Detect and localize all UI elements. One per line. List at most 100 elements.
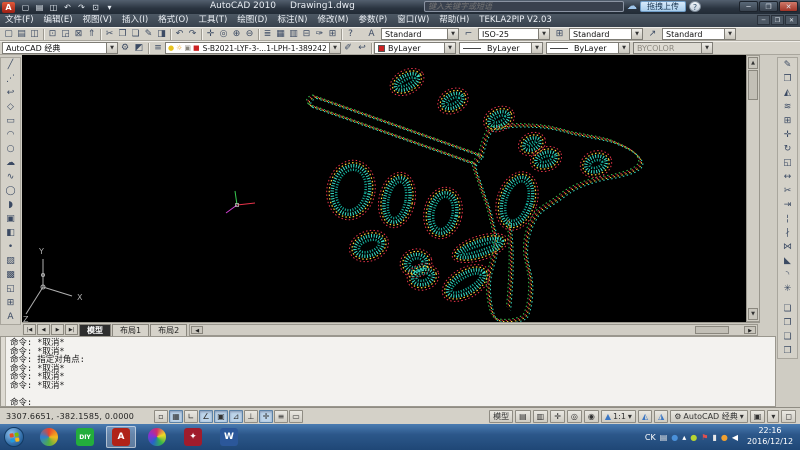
point-icon[interactable]: •	[1, 240, 20, 254]
layer-properties-icon[interactable]: ≡	[151, 42, 165, 55]
chevron-down-icon[interactable]: ▼	[618, 43, 629, 53]
rotate-icon[interactable]: ↻	[778, 142, 797, 156]
vertical-scroll-thumb[interactable]	[748, 70, 758, 100]
menu-item-12[interactable]: TEKLA2PIP V2.03	[474, 14, 557, 27]
circle-icon[interactable]: ○	[1, 142, 20, 156]
fillet-icon[interactable]: ◝	[778, 268, 797, 282]
undo-icon[interactable]: ↶	[61, 2, 74, 13]
menu-item-0[interactable]: 文件(F)	[0, 14, 39, 27]
app-autocad[interactable]: A	[106, 426, 136, 448]
make-current-icon[interactable]: ✐	[341, 42, 355, 55]
plot-icon[interactable]: ⊡	[46, 28, 59, 41]
multiline-text-icon[interactable]: A	[1, 310, 20, 324]
bring-above-icon[interactable]: ❑	[778, 330, 797, 344]
dyn-toggle[interactable]: ✛	[259, 410, 273, 423]
chevron-down-icon[interactable]: ▼	[631, 29, 642, 39]
chevron-down-icon[interactable]: ▼	[106, 43, 117, 53]
undo-icon[interactable]: ↶	[173, 28, 186, 41]
properties-icon[interactable]: ≣	[261, 28, 274, 41]
search-input[interactable]	[424, 1, 624, 12]
zoom-previous-icon[interactable]: ⊖	[243, 28, 256, 41]
save-icon[interactable]: ◫	[28, 28, 41, 41]
drawing-canvas[interactable]: YXZ	[22, 55, 746, 322]
ime-icon[interactable]: ●	[671, 433, 678, 442]
scroll-up-icon[interactable]: ▲	[748, 57, 758, 69]
chevron-down-icon[interactable]: ▼	[329, 43, 340, 53]
otrack-toggle[interactable]: ⊿	[229, 410, 243, 423]
taskbar-clock[interactable]: 22:16 2016/12/12	[742, 425, 798, 447]
table-style-icon[interactable]: ⊞	[553, 28, 566, 41]
cut-icon[interactable]: ✂	[103, 28, 116, 41]
polyline-icon[interactable]: ↩	[1, 86, 20, 100]
snap-toggle[interactable]: ▫	[154, 410, 168, 423]
scroll-right-icon[interactable]: ▶	[744, 326, 756, 334]
communication-center-icon[interactable]: ☁	[627, 1, 637, 12]
dim-style-combo[interactable]: ISO-25▼	[478, 28, 550, 40]
chevron-down-icon[interactable]: ▼	[724, 29, 735, 39]
layer-combo[interactable]: ●☼▣■ S-B2021-LYF-3-...1-LPH-1-389242 ▼	[165, 42, 341, 54]
rectangle-icon[interactable]: ▭	[1, 114, 20, 128]
move-icon[interactable]: ✛	[778, 128, 797, 142]
grid-toggle[interactable]: ▦	[169, 410, 183, 423]
tool-palettes-icon[interactable]: ▥	[287, 28, 300, 41]
tab-nav-1[interactable]: ◀	[37, 324, 50, 335]
markup-icon[interactable]: ✑	[313, 28, 326, 41]
mleader-style-combo[interactable]: Standard▼	[662, 28, 736, 40]
workspace-switch-button[interactable]: ⚙AutoCAD 经典▾	[670, 410, 748, 423]
menu-item-8[interactable]: 修改(M)	[312, 14, 353, 27]
scroll-left-icon[interactable]: ◀	[191, 326, 203, 334]
app-player[interactable]: ✦	[178, 426, 208, 448]
trim-icon[interactable]: ✂	[778, 184, 797, 198]
polar-toggle[interactable]: ∠	[199, 410, 213, 423]
ortho-toggle[interactable]: ∟	[184, 410, 198, 423]
paste-icon[interactable]: ❏	[129, 28, 142, 41]
zoom-icon[interactable]: ◎	[567, 410, 582, 423]
join-icon[interactable]: ⋈	[778, 240, 797, 254]
new-icon[interactable]: ▢	[19, 2, 32, 13]
workspace-settings-icon[interactable]: ⚙	[118, 42, 132, 55]
linetype-combo[interactable]: ByLayer ▼	[459, 42, 543, 54]
save-icon[interactable]: ◫	[47, 2, 60, 13]
annotation-visibility-icon[interactable]: ◭	[638, 410, 652, 423]
redo-icon[interactable]: ↷	[75, 2, 88, 13]
workspace-combo[interactable]: AutoCAD 经典 ▼	[2, 42, 118, 54]
horizontal-scroll-thumb[interactable]	[695, 326, 729, 334]
battery-icon[interactable]: ▮	[712, 433, 716, 442]
lineweight-combo[interactable]: ByLayer ▼	[546, 42, 630, 54]
open-icon[interactable]: ▤	[15, 28, 28, 41]
vertical-scrollbar[interactable]: ▲ ▼	[746, 55, 760, 322]
app-word[interactable]: W	[214, 426, 244, 448]
start-button[interactable]	[4, 427, 24, 447]
menu-item-3[interactable]: 插入(I)	[117, 14, 153, 27]
copy-icon[interactable]: ❐	[116, 28, 129, 41]
menu-item-1[interactable]: 编辑(E)	[39, 14, 78, 27]
send-to-back-icon[interactable]: ❐	[778, 316, 797, 330]
chevron-down-icon[interactable]: ▼	[447, 29, 458, 39]
quick-view-layouts-icon[interactable]: ▤	[515, 410, 531, 423]
open-icon[interactable]: ▤	[33, 2, 46, 13]
revision-cloud-icon[interactable]: ☁	[1, 156, 20, 170]
menu-item-10[interactable]: 窗口(W)	[392, 14, 434, 27]
stretch-icon[interactable]: ↔	[778, 170, 797, 184]
action-center-icon[interactable]: ⚑	[701, 433, 708, 442]
break-point-icon[interactable]: ¦	[778, 212, 797, 226]
autocad-logo-icon[interactable]: A	[2, 2, 15, 13]
mirror-icon[interactable]: ◭	[778, 86, 797, 100]
qat-dropdown-icon[interactable]: ▾	[103, 2, 116, 13]
gradient-icon[interactable]: ▩	[1, 268, 20, 282]
menu-item-5[interactable]: 工具(T)	[193, 14, 232, 27]
tab-nav-2[interactable]: ▶	[51, 324, 64, 335]
dim-style-icon[interactable]: ⌐	[462, 28, 475, 41]
export-dwf-icon[interactable]: ⇑	[85, 28, 98, 41]
erase-icon[interactable]: ✎	[778, 58, 797, 72]
bring-to-front-icon[interactable]: ❏	[778, 302, 797, 316]
zoom-window-icon[interactable]: ⊕	[230, 28, 243, 41]
help-icon[interactable]: ?	[344, 28, 357, 41]
redo-icon[interactable]: ↷	[186, 28, 199, 41]
lwt-toggle[interactable]: ≡	[274, 410, 288, 423]
insert-block-icon[interactable]: ▣	[1, 212, 20, 226]
text-style-icon[interactable]: A	[365, 28, 378, 41]
menu-item-6[interactable]: 绘图(D)	[232, 14, 272, 27]
doc-close-button[interactable]: ✕	[785, 15, 798, 25]
tab-nav-0[interactable]: |◀	[23, 324, 36, 335]
